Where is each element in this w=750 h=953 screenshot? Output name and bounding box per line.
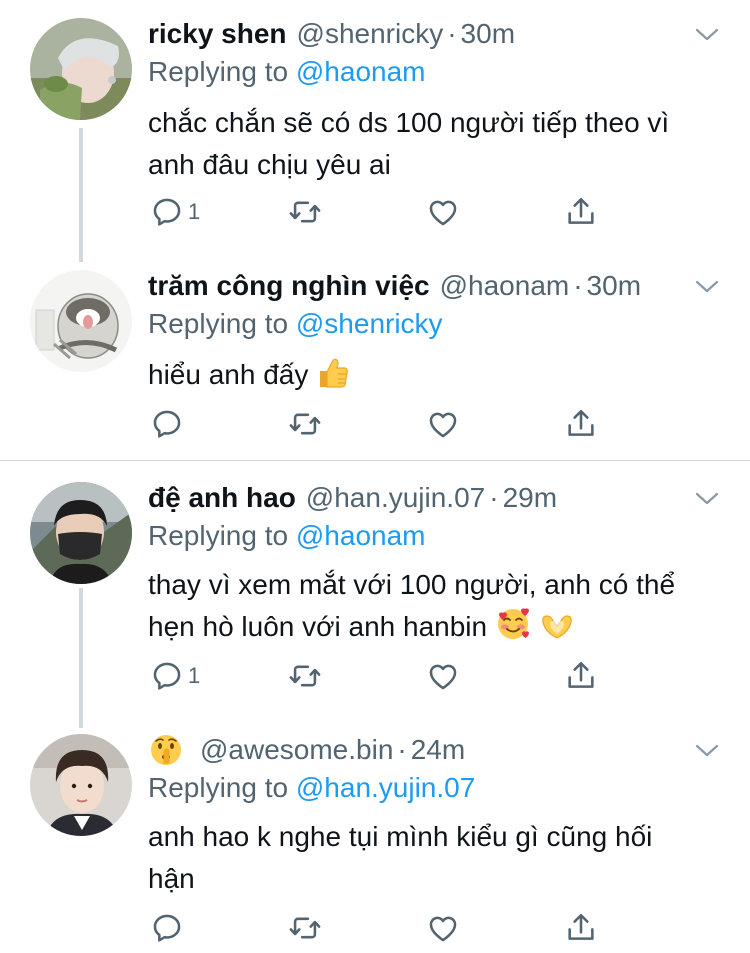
tweet-text-line: hiểu anh đấy xyxy=(148,359,309,390)
share-button[interactable] xyxy=(564,658,598,694)
mention-link[interactable]: @han.yujin.07 xyxy=(296,772,475,803)
tweet-text: hiểu anh đấy xyxy=(148,354,728,396)
action-bar: 1 xyxy=(150,194,610,230)
tweet-header: ricky shen @shenricky · 30m xyxy=(148,14,515,54)
mention-link[interactable]: @haonam xyxy=(296,56,426,87)
reply-icon xyxy=(150,911,184,945)
tweet[interactable]: @awesome.bin · 24m Replying to @han.yuji… xyxy=(0,730,750,953)
replying-to: Replying to @haonam xyxy=(148,56,425,88)
tweet-text-line: hẹn hò luôn với anh hanbin xyxy=(148,611,488,642)
chevron-down-icon[interactable] xyxy=(694,276,720,296)
timestamp[interactable]: 29m xyxy=(503,482,557,514)
separator-dot: · xyxy=(447,18,457,49)
reply-button[interactable] xyxy=(150,910,188,946)
timestamp[interactable]: 30m xyxy=(587,270,641,302)
replying-to: Replying to @shenricky xyxy=(148,308,443,340)
retweet-icon xyxy=(288,911,322,945)
replying-to-label: Replying to xyxy=(148,56,289,87)
share-button[interactable] xyxy=(564,194,598,230)
avatar[interactable] xyxy=(30,734,132,836)
tweet-text: chắc chắn sẽ có ds 100 người tiếp theo v… xyxy=(148,102,728,186)
share-icon xyxy=(564,195,598,229)
like-button[interactable] xyxy=(426,194,460,230)
separator-dot: · xyxy=(397,734,407,765)
display-name[interactable]: ricky shen xyxy=(148,18,287,50)
smiling-face-with-hearts-emoji xyxy=(495,606,531,642)
user-handle[interactable]: @shenricky xyxy=(297,18,444,50)
tweet-text-line: chắc chắn sẽ có ds 100 người tiếp theo v… xyxy=(148,107,670,138)
like-button[interactable] xyxy=(426,910,460,946)
share-icon xyxy=(564,659,598,693)
retweet-icon xyxy=(288,659,322,693)
like-button[interactable] xyxy=(426,658,460,694)
reply-button[interactable]: 1 xyxy=(150,194,200,230)
retweet-button[interactable] xyxy=(288,194,322,230)
avatar[interactable] xyxy=(30,270,132,372)
tweet-header: đệ anh hao @han.yujin.07 · 29m xyxy=(148,478,557,518)
user-handle[interactable]: @haonam xyxy=(440,270,570,302)
thumbs-up-emoji xyxy=(316,356,350,390)
user-handle[interactable]: @awesome.bin xyxy=(200,734,393,766)
retweet-button[interactable] xyxy=(288,658,322,694)
action-bar: 1 xyxy=(150,658,610,694)
separator-dot: · xyxy=(573,270,583,301)
replying-to: Replying to @haonam xyxy=(148,520,425,552)
retweet-icon xyxy=(288,195,322,229)
tweet[interactable]: đệ anh hao @han.yujin.07 · 29m Replying … xyxy=(0,478,750,708)
chevron-down-icon[interactable] xyxy=(694,24,720,44)
share-button[interactable] xyxy=(564,910,598,946)
replying-to-label: Replying to xyxy=(148,308,289,339)
display-name[interactable]: trăm công nghìn việc xyxy=(148,270,430,302)
share-button[interactable] xyxy=(564,406,598,442)
chevron-down-icon[interactable] xyxy=(694,740,720,760)
share-icon xyxy=(564,911,598,945)
tweet-text-line: thay vì xem mắt với 100 người, anh có th… xyxy=(148,569,676,600)
timestamp[interactable]: 24m xyxy=(411,734,465,766)
heart-icon xyxy=(426,407,460,441)
user-handle[interactable]: @han.yujin.07 xyxy=(306,482,485,514)
retweet-icon xyxy=(288,407,322,441)
chevron-down-icon[interactable] xyxy=(694,488,720,508)
like-button[interactable] xyxy=(426,406,460,442)
replying-to: Replying to @han.yujin.07 xyxy=(148,772,475,804)
timestamp[interactable]: 30m xyxy=(461,18,515,50)
divider xyxy=(0,460,750,461)
reply-icon xyxy=(150,659,184,693)
reply-icon xyxy=(150,407,184,441)
separator-dot: · xyxy=(489,482,499,513)
tweet-text-line: anh hao k nghe tụi mình kiểu gì cũng hối xyxy=(148,821,653,852)
retweet-button[interactable] xyxy=(288,910,322,946)
action-bar xyxy=(150,910,610,946)
tweet-text-line: anh đâu chịu yêu ai xyxy=(148,149,391,180)
reply-count: 1 xyxy=(188,199,201,224)
reply-button[interactable] xyxy=(150,406,188,442)
heart-hands-emoji xyxy=(539,612,575,642)
heart-icon xyxy=(426,659,460,693)
tweet[interactable]: ricky shen @shenricky · 30m Replying to … xyxy=(0,14,750,244)
replying-to-label: Replying to xyxy=(148,520,289,551)
tweet-text: thay vì xem mắt với 100 người, anh có th… xyxy=(148,564,728,648)
heart-icon xyxy=(426,911,460,945)
replying-to-label: Replying to xyxy=(148,772,289,803)
tweet-header: @awesome.bin · 24m xyxy=(148,730,465,770)
retweet-button[interactable] xyxy=(288,406,322,442)
share-icon xyxy=(564,407,598,441)
heart-icon xyxy=(426,195,460,229)
reply-icon xyxy=(150,195,184,229)
display-name[interactable]: đệ anh hao xyxy=(148,482,296,514)
mention-link[interactable]: @haonam xyxy=(296,520,426,551)
mention-link[interactable]: @shenricky xyxy=(296,308,443,339)
tweet-text-line: hận xyxy=(148,863,195,894)
tweet[interactable]: trăm công nghìn việc @haonam · 30m Reply… xyxy=(0,266,750,456)
tweet-text: anh hao k nghe tụi mình kiểu gì cũng hối… xyxy=(148,816,728,900)
avatar[interactable] xyxy=(30,18,132,120)
tweet-header: trăm công nghìn việc @haonam · 30m xyxy=(148,266,641,306)
reply-button[interactable]: 1 xyxy=(150,658,200,694)
shushing-face-emoji xyxy=(148,732,184,768)
avatar[interactable] xyxy=(30,482,132,584)
reply-count: 1 xyxy=(188,663,201,688)
action-bar xyxy=(150,406,610,442)
